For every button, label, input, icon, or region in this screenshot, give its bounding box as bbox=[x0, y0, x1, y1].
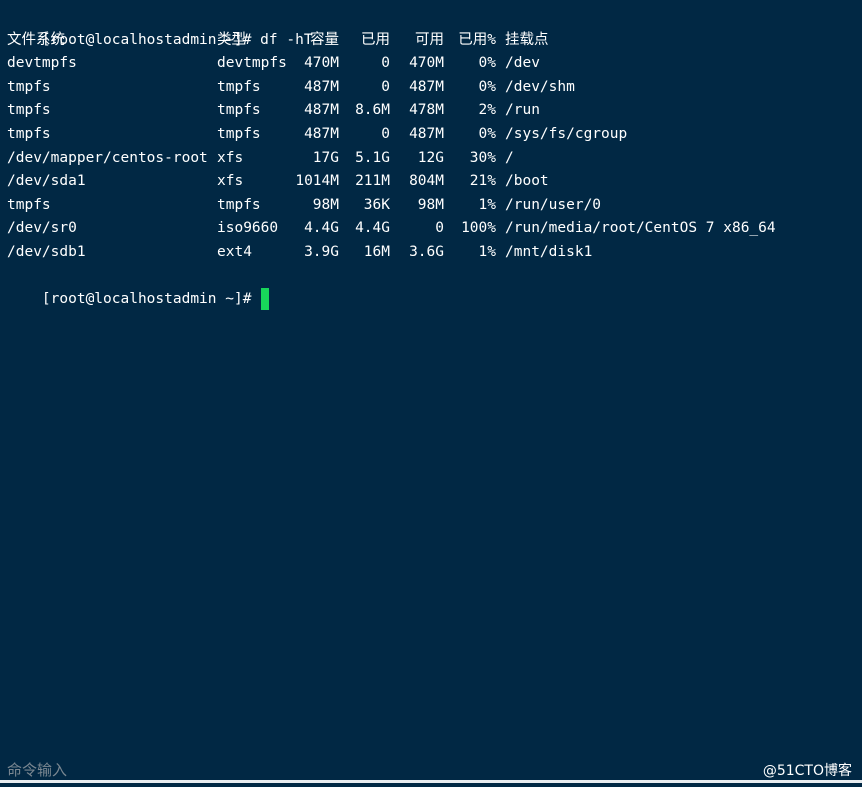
row-avail: 12G bbox=[417, 149, 444, 166]
header-use-percent: 已用% bbox=[458, 31, 496, 48]
row-type: tmpfs bbox=[217, 125, 261, 142]
shell-prompt: [root@localhostadmin ~]# bbox=[41, 291, 252, 308]
row-mounted-on: /run bbox=[505, 102, 540, 119]
row-avail: 3.6G bbox=[409, 243, 444, 260]
row-filesystem: /dev/sdb1 bbox=[7, 243, 86, 260]
row-filesystem: /dev/sr0 bbox=[7, 220, 77, 237]
row-type: xfs bbox=[217, 149, 244, 166]
row-use-percent: 1% bbox=[478, 196, 496, 213]
row-type: tmpfs bbox=[217, 78, 261, 95]
header-avail: 可用 bbox=[415, 31, 444, 48]
command-input-placeholder[interactable]: 命令输入 bbox=[7, 759, 67, 780]
row-used: 0 bbox=[381, 78, 390, 95]
row-filesystem: tmpfs bbox=[7, 125, 51, 142]
row-size: 3.9G bbox=[304, 243, 339, 260]
row-use-percent: 100% bbox=[461, 220, 496, 237]
table-row: tmpfs tmpfs 98M 36K 98M 1% /run/user/0 bbox=[7, 194, 857, 218]
row-size: 1014M bbox=[295, 173, 339, 190]
header-filesystem: 文件系统 bbox=[7, 31, 65, 48]
row-used: 5.1G bbox=[355, 149, 390, 166]
row-type: ext4 bbox=[217, 243, 252, 260]
row-size: 17G bbox=[312, 149, 339, 166]
row-mounted-on: /sys/fs/cgroup bbox=[505, 125, 628, 142]
row-avail: 470M bbox=[409, 55, 444, 72]
header-used: 已用 bbox=[361, 31, 390, 48]
row-use-percent: 1% bbox=[478, 243, 496, 260]
row-size: 98M bbox=[312, 196, 339, 213]
terminal-output[interactable]: [root@localhostadmin ~]# df -hT 文件系统 类型 … bbox=[7, 5, 857, 311]
row-mounted-on: /boot bbox=[505, 173, 549, 190]
header-size: 容量 bbox=[310, 31, 339, 48]
table-row: devtmpfs devtmpfs 470M 0 470M 0% /dev bbox=[7, 52, 857, 76]
row-use-percent: 21% bbox=[469, 173, 496, 190]
row-type: devtmpfs bbox=[217, 55, 287, 72]
row-type: tmpfs bbox=[217, 102, 261, 119]
text-cursor bbox=[261, 288, 270, 311]
row-size: 487M bbox=[304, 125, 339, 142]
row-mounted-on: /dev/shm bbox=[505, 78, 575, 95]
table-row: tmpfs tmpfs 487M 8.6M 478M 2% /run bbox=[7, 99, 857, 123]
status-bar: 命令输入 @51CTO博客 bbox=[0, 758, 862, 787]
row-used: 211M bbox=[355, 173, 390, 190]
row-filesystem: tmpfs bbox=[7, 196, 51, 213]
command-line: [root@localhostadmin ~]# df -hT bbox=[7, 5, 857, 48]
row-avail: 804M bbox=[409, 173, 444, 190]
row-avail: 478M bbox=[409, 102, 444, 119]
row-filesystem: devtmpfs bbox=[7, 55, 77, 72]
row-size: 487M bbox=[304, 102, 339, 119]
row-filesystem: tmpfs bbox=[7, 78, 51, 95]
table-row: /dev/sda1 xfs 1014M 211M 804M 21% /boot bbox=[7, 170, 857, 194]
table-row: tmpfs tmpfs 487M 0 487M 0% /dev/shm bbox=[7, 76, 857, 100]
table-row: tmpfs tmpfs 487M 0 487M 0% /sys/fs/cgrou… bbox=[7, 123, 857, 147]
row-use-percent: 0% bbox=[478, 55, 496, 72]
row-filesystem: /dev/sda1 bbox=[7, 173, 86, 190]
row-type: tmpfs bbox=[217, 196, 261, 213]
row-avail: 0 bbox=[435, 220, 444, 237]
row-used: 36K bbox=[363, 196, 390, 213]
row-avail: 487M bbox=[409, 78, 444, 95]
row-filesystem: /dev/mapper/centos-root bbox=[7, 149, 208, 166]
row-use-percent: 0% bbox=[478, 78, 496, 95]
row-used: 0 bbox=[381, 125, 390, 142]
header-mounted-on: 挂载点 bbox=[505, 31, 549, 48]
row-use-percent: 2% bbox=[478, 102, 496, 119]
row-size: 4.4G bbox=[304, 220, 339, 237]
row-mounted-on: /dev bbox=[505, 55, 540, 72]
row-filesystem: tmpfs bbox=[7, 102, 51, 119]
status-divider bbox=[0, 780, 862, 783]
watermark: @51CTO博客 bbox=[762, 763, 852, 779]
table-row: /dev/sr0 iso9660 4.4G 4.4G 0 100% /run/m… bbox=[7, 217, 857, 241]
table-row: /dev/mapper/centos-root xfs 17G 5.1G 12G… bbox=[7, 147, 857, 171]
row-used: 4.4G bbox=[355, 220, 390, 237]
row-avail: 487M bbox=[409, 125, 444, 142]
row-used: 8.6M bbox=[355, 102, 390, 119]
row-avail: 98M bbox=[417, 196, 444, 213]
row-size: 487M bbox=[304, 78, 339, 95]
row-mounted-on: /mnt/disk1 bbox=[505, 243, 593, 260]
header-type: 类型 bbox=[217, 31, 246, 48]
row-mounted-on: / bbox=[505, 149, 514, 166]
row-used: 16M bbox=[363, 243, 390, 260]
row-mounted-on: /run/user/0 bbox=[505, 196, 602, 213]
row-size: 470M bbox=[304, 55, 339, 72]
prompt-line[interactable]: [root@localhostadmin ~]# bbox=[7, 265, 857, 311]
table-header: 文件系统 类型 容量 已用 可用 已用% 挂载点 bbox=[7, 29, 857, 53]
row-type: iso9660 bbox=[217, 220, 279, 237]
row-use-percent: 0% bbox=[478, 125, 496, 142]
row-mounted-on: /run/media/root/CentOS 7 x86_64 bbox=[505, 220, 776, 237]
row-use-percent: 30% bbox=[469, 149, 496, 166]
row-used: 0 bbox=[381, 55, 390, 72]
row-type: xfs bbox=[217, 173, 244, 190]
table-row: /dev/sdb1 ext4 3.9G 16M 3.6G 1% /mnt/dis… bbox=[7, 241, 857, 265]
